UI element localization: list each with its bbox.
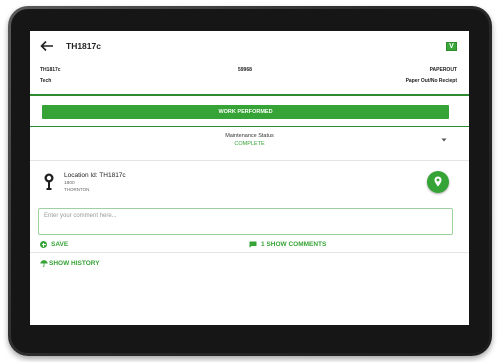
parking-meter-icon [44,173,54,190]
divider [30,160,469,161]
ticket-description: Paper Out/No Reciept [405,78,457,84]
page-title: TH1817c [66,41,101,51]
maintenance-status-select[interactable]: COMPLETE [30,141,469,147]
location-number: 1800 [64,181,75,186]
location-id: Location Id: TH1817c [64,172,126,179]
section-divider [30,126,469,127]
ticket-id: TH1817c [40,67,61,73]
umbrella-icon [40,260,48,267]
ticket-role: Tech [40,78,52,84]
show-history-button[interactable]: SHOW HISTORY [40,259,100,268]
back-arrow-icon[interactable] [40,40,54,52]
save-label: SAVE [51,241,69,248]
app-screen: TH1817c V TH1817c 59968 PAPEROUT Tech Pa… [30,31,469,325]
ticket-code: PAPEROUT [429,67,457,73]
work-performed-button[interactable]: WORK PERFORMED [42,105,449,119]
show-comments-label: 1 SHOW COMMENTS [261,241,327,248]
map-pin-icon [434,176,442,187]
info-row-1: TH1817c 59968 PAPEROUT [30,67,469,75]
ticket-number: 59968 [238,67,252,73]
comment-input[interactable] [38,208,453,235]
info-row-2: Tech Paper Out/No Reciept [30,78,469,86]
show-history-label: SHOW HISTORY [49,260,100,267]
maintenance-status-label: Maintenance Status [225,133,274,139]
add-icon [40,241,47,248]
location-street: THORNTON [64,187,90,192]
map-location-button[interactable] [427,171,449,193]
save-button[interactable]: SAVE [40,240,68,249]
app-bar: TH1817c V [30,31,469,61]
section-divider [30,94,469,96]
brand-logo-icon: V [446,42,457,51]
chat-icon [249,241,257,248]
divider [30,252,469,253]
show-comments-button[interactable]: 1 SHOW COMMENTS [249,240,326,249]
chevron-down-icon[interactable] [441,137,447,143]
